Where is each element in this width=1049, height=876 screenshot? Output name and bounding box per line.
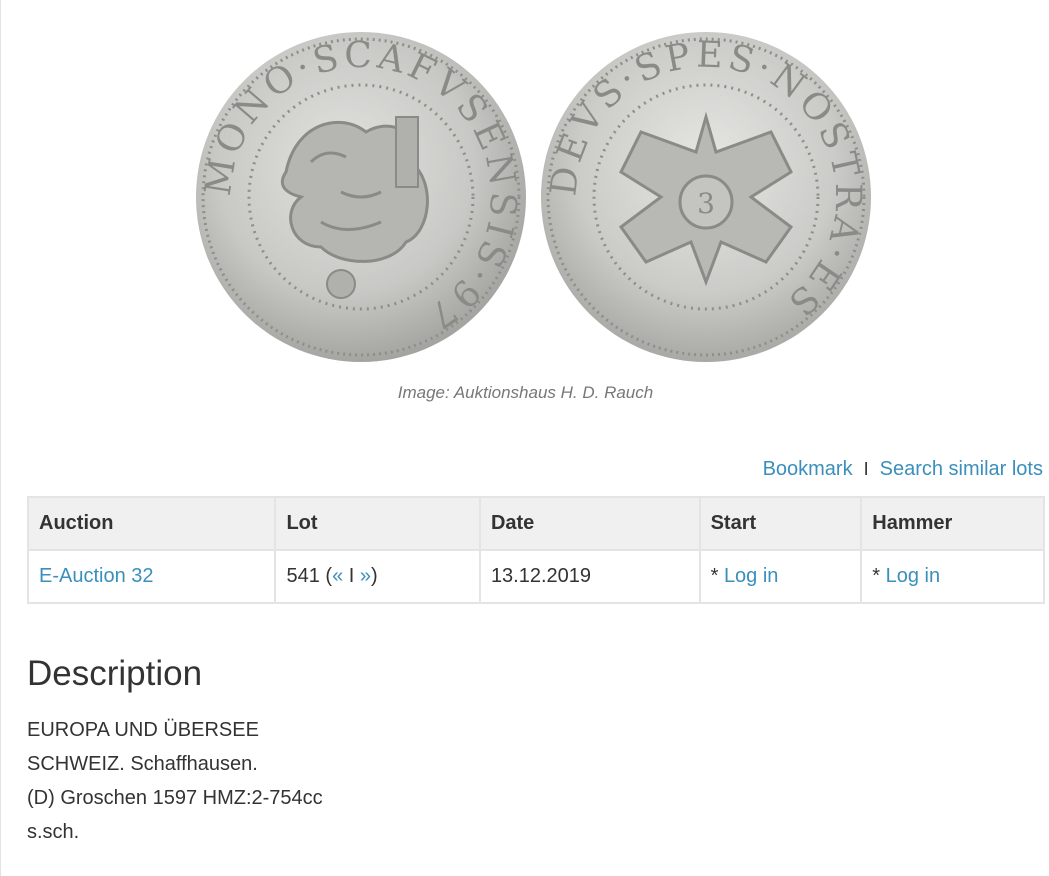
description-line: (D) Groschen 1597 HMZ:2-754cc [27, 787, 323, 809]
lot-nav-separator: I [348, 565, 355, 587]
cell-date: 13.12.2019 [478, 549, 701, 604]
table-header-row: Auction Lot Date Start Hammer [26, 496, 1045, 551]
table-row: E-Auction 32 541 (« I ») 13.12.2019 * Lo… [26, 549, 1045, 604]
bookmark-link[interactable]: Bookmark [763, 458, 853, 481]
header-auction: Auction [26, 496, 277, 551]
start-login-link[interactable]: Log in [724, 565, 779, 587]
svg-text:3: 3 [697, 187, 715, 220]
header-start: Start [698, 496, 863, 551]
coin-image[interactable]: MONO·SCAFVSENSIS·97 DEVS·SPES·NOSTRA·ES [191, 22, 881, 372]
image-caption: Image: Auktionshaus H. D. Rauch [397, 383, 654, 402]
next-lot-link[interactable]: » [360, 565, 371, 587]
header-hammer: Hammer [860, 496, 1045, 551]
coin-reverse: DEVS·SPES·NOSTRA·ES 3 [541, 32, 871, 362]
coin-svg: MONO·SCAFVSENSIS·97 DEVS·SPES·NOSTRA·ES [196, 32, 871, 362]
lot-table: Auction Lot Date Start Hammer E-Auction … [26, 496, 1045, 604]
actions-separator: I [863, 459, 869, 479]
lot-actions: Bookmark I Search similar lots [763, 458, 1043, 481]
coin-obverse: MONO·SCAFVSENSIS·97 [196, 32, 526, 362]
hammer-login-link[interactable]: Log in [886, 565, 941, 587]
cell-lot: 541 (« I ») [274, 549, 481, 604]
description-body: EUROPA UND ÜBERSEE SCHWEIZ. Schaffhausen… [27, 713, 323, 849]
lot-nav-close: ) [371, 565, 378, 587]
start-asterisk: * [710, 565, 724, 587]
search-similar-link[interactable]: Search similar lots [880, 458, 1043, 481]
cell-auction: E-Auction 32 [26, 549, 277, 604]
description-line: EUROPA UND ÜBERSEE [27, 719, 259, 741]
description-line: SCHWEIZ. Schaffhausen. [27, 753, 258, 775]
header-date: Date [478, 496, 701, 551]
cell-start: * Log in [698, 549, 863, 604]
header-lot: Lot [274, 496, 481, 551]
lot-number: 541 [286, 565, 320, 587]
cell-hammer: * Log in [860, 549, 1045, 604]
previous-lot-link[interactable]: « [332, 565, 343, 587]
description-title: Description [27, 654, 203, 693]
auction-link[interactable]: E-Auction 32 [39, 565, 154, 587]
hammer-asterisk: * [872, 565, 886, 587]
lot-page: MONO·SCAFVSENSIS·97 DEVS·SPES·NOSTRA·ES [0, 0, 1049, 876]
description-line: s.sch. [27, 821, 80, 843]
